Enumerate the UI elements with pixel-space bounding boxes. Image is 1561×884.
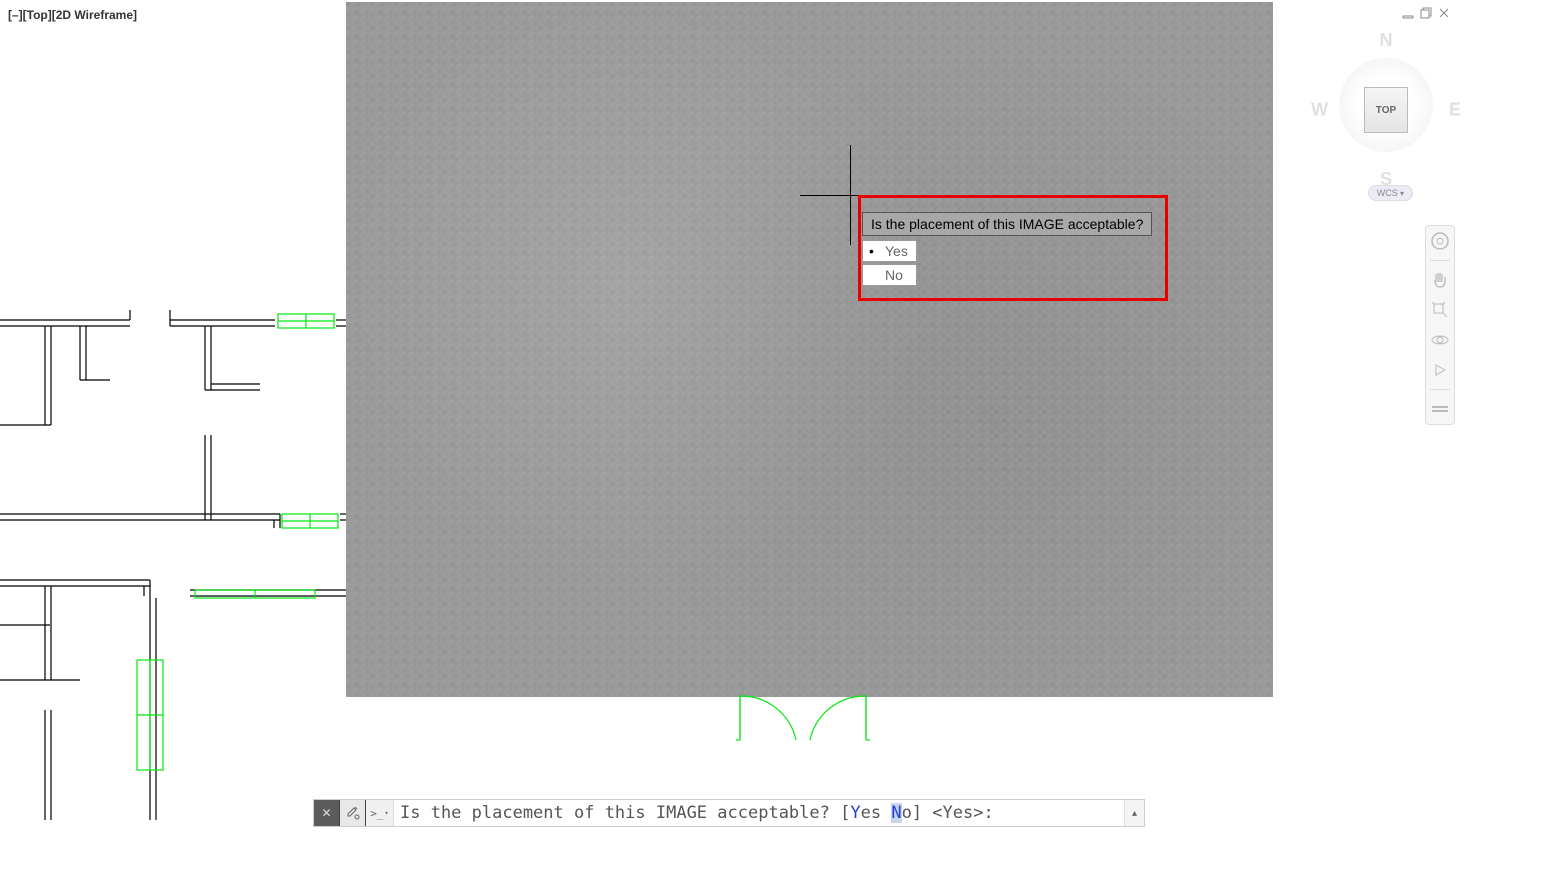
cmd-yes-rest: es <box>861 803 892 823</box>
command-prompt-icon[interactable]: >_ <box>366 800 394 826</box>
nav-separator <box>1430 260 1450 261</box>
pan-icon[interactable] <box>1429 269 1451 291</box>
command-line-toolbar: ✕ <box>314 800 366 826</box>
command-line[interactable]: ✕ >_ Is the placement of this IMAGE acce… <box>313 799 1145 827</box>
zoom-extents-icon[interactable] <box>1429 299 1451 321</box>
close-icon[interactable] <box>1437 6 1451 20</box>
command-history-expand-icon[interactable]: ▴ <box>1124 800 1144 826</box>
view-cube-top[interactable]: TOP <box>1364 87 1408 133</box>
nav-menu-icon[interactable] <box>1429 398 1451 420</box>
navigation-bar <box>1425 225 1455 425</box>
prompt-option-no[interactable]: No <box>862 264 917 286</box>
restore-icon[interactable] <box>1419 6 1433 20</box>
view-cube-east[interactable]: E <box>1449 100 1461 121</box>
cmd-suffix: ] <Yes>: <box>912 803 994 823</box>
view-cube-north[interactable]: N <box>1380 30 1393 51</box>
nav-separator <box>1430 389 1450 390</box>
cmd-no-rest: o <box>902 803 912 823</box>
view-cube[interactable]: N S W E TOP <box>1311 30 1461 190</box>
cmd-no-key[interactable]: N <box>891 803 901 823</box>
customize-icon[interactable] <box>340 800 366 826</box>
steering-wheel-icon[interactable] <box>1429 230 1451 252</box>
window-controls <box>1401 6 1451 20</box>
orbit-icon[interactable] <box>1429 329 1451 351</box>
close-commandline-icon[interactable]: ✕ <box>314 800 340 826</box>
show-motion-icon[interactable] <box>1429 359 1451 381</box>
cmd-yes-key[interactable]: Y <box>850 803 860 823</box>
cmd-prefix: Is the placement of this IMAGE acceptabl… <box>400 803 850 823</box>
prompt-title: Is the placement of this IMAGE acceptabl… <box>862 212 1152 236</box>
view-cube-west[interactable]: W <box>1311 100 1328 121</box>
dynamic-input-prompt: Is the placement of this IMAGE acceptabl… <box>862 212 1152 288</box>
prompt-option-yes[interactable]: Yes <box>862 240 917 262</box>
minimize-icon[interactable] <box>1401 6 1415 20</box>
floor-plan-drawing[interactable] <box>0 280 920 820</box>
command-text[interactable]: Is the placement of this IMAGE acceptabl… <box>394 801 1124 825</box>
wcs-badge[interactable]: WCS <box>1368 185 1413 201</box>
view-mode-label[interactable]: [–][Top][2D Wireframe] <box>8 8 137 22</box>
